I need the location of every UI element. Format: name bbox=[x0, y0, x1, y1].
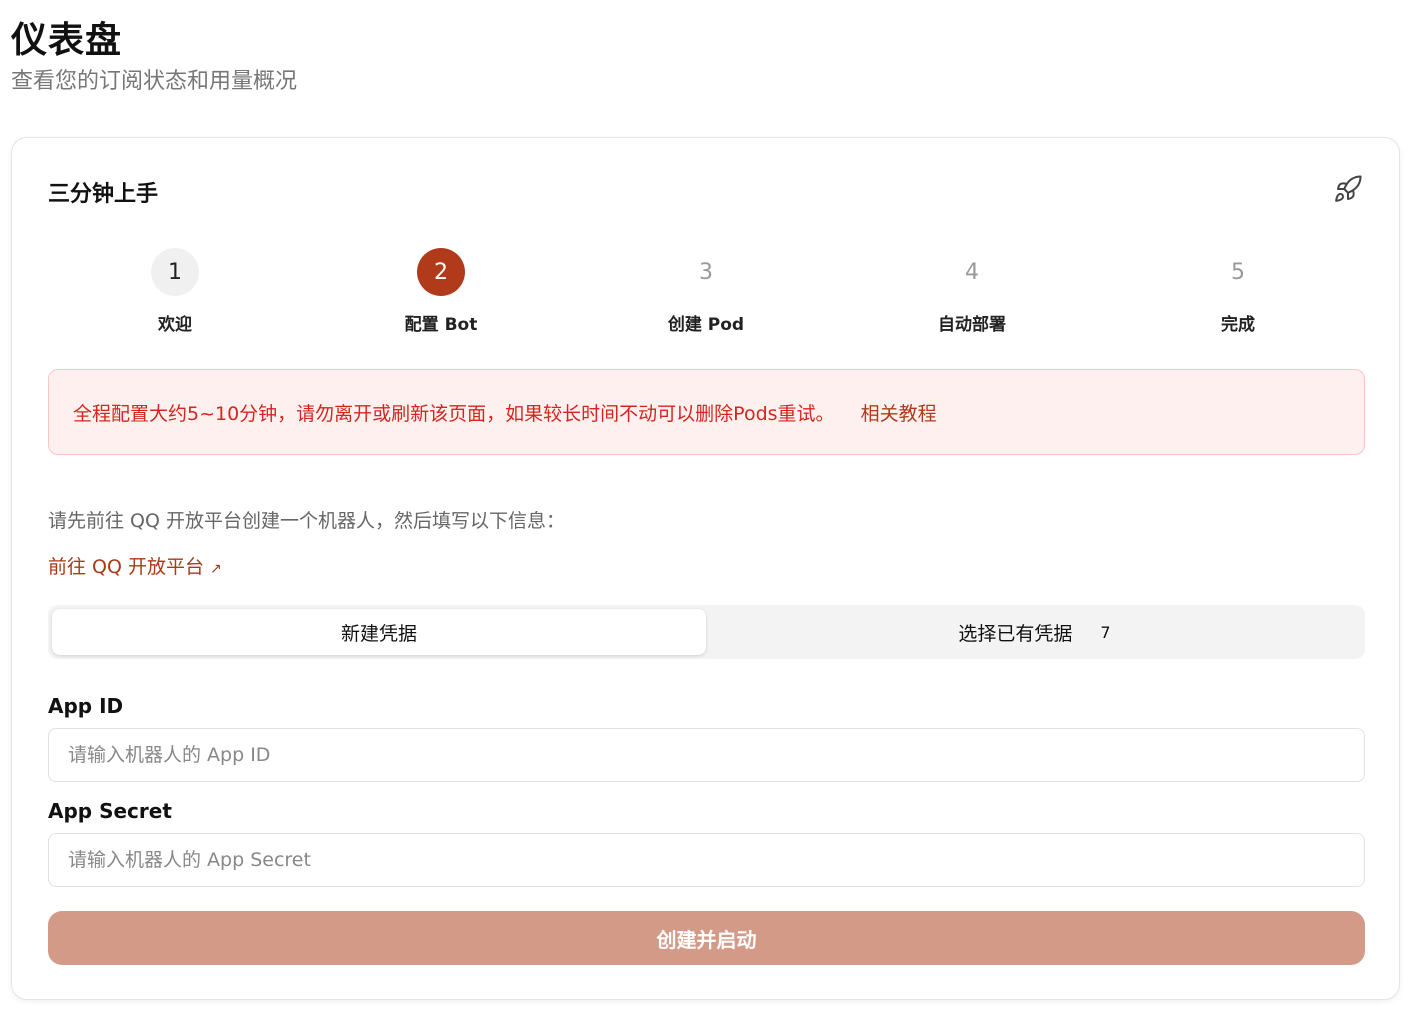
step-label: 创建 Pod bbox=[667, 315, 745, 335]
step-number: 1 bbox=[151, 248, 199, 296]
app-id-label: App ID bbox=[48, 694, 124, 718]
step-configure-bot: 2 配置 Bot bbox=[361, 248, 521, 335]
step-create-pod: 3 创建 Pod bbox=[626, 248, 786, 336]
tab-existing-credential[interactable]: 选择已有凭据 7 bbox=[708, 609, 1361, 655]
step-label: 自动部署 bbox=[938, 315, 1006, 335]
quickstart-card: 三分钟上手 1 欢迎 2 配置 Bot 3 创建 Pod 4 自动部署 5 完成… bbox=[11, 137, 1400, 1000]
app-secret-input[interactable] bbox=[48, 833, 1365, 887]
external-arrow-icon: ↗ bbox=[210, 561, 222, 577]
stepper: 1 欢迎 2 配置 Bot 3 创建 Pod 4 自动部署 5 完成 bbox=[48, 248, 1365, 338]
page-title: 仪表盘 bbox=[11, 20, 123, 61]
page-subtitle: 查看您的订阅状态和用量概况 bbox=[11, 69, 298, 94]
credential-count-badge: 7 bbox=[1100, 622, 1111, 642]
step-label: 完成 bbox=[1221, 315, 1255, 335]
credential-tabs: 新建凭据 选择已有凭据 7 bbox=[48, 605, 1365, 659]
page-header: 仪表盘 查看您的订阅状态和用量概况 bbox=[11, 20, 297, 96]
step-complete: 5 完成 bbox=[1158, 248, 1318, 336]
card-title: 三分钟上手 bbox=[48, 182, 159, 207]
step-auto-deploy: 4 自动部署 bbox=[892, 248, 1052, 336]
step-number: 4 bbox=[965, 259, 979, 285]
step-number: 2 bbox=[417, 248, 465, 296]
intro-text: 请先前往 QQ 开放平台创建一个机器人，然后填写以下信息： bbox=[48, 510, 565, 532]
tab-new-credential[interactable]: 新建凭据 bbox=[52, 609, 706, 655]
create-and-start-button[interactable]: 创建并启动 bbox=[48, 911, 1365, 965]
step-label: 配置 Bot bbox=[404, 315, 478, 335]
tab-new-credential-label: 新建凭据 bbox=[340, 622, 417, 645]
app-id-input[interactable] bbox=[48, 728, 1365, 782]
step-number: 3 bbox=[699, 259, 713, 285]
rocket-icon bbox=[1335, 175, 1362, 202]
qq-platform-link-label: 前往 QQ 开放平台 bbox=[48, 556, 204, 578]
tab-existing-credential-label: 选择已有凭据 bbox=[958, 622, 1073, 645]
step-number: 5 bbox=[1231, 259, 1245, 285]
app-secret-label: App Secret bbox=[48, 799, 172, 823]
alert-text: 全程配置大约5~10分钟，请勿离开或刷新该页面，如果较长时间不动可以删除Pods… bbox=[73, 402, 835, 425]
warning-alert: 全程配置大约5~10分钟，请勿离开或刷新该页面，如果较长时间不动可以删除Pods… bbox=[48, 369, 1365, 455]
tutorial-link[interactable]: 相关教程 bbox=[861, 399, 937, 426]
step-label: 欢迎 bbox=[158, 315, 192, 335]
qq-platform-link[interactable]: 前往 QQ 开放平台 ↗ bbox=[48, 552, 222, 579]
step-welcome: 1 欢迎 bbox=[95, 248, 255, 335]
